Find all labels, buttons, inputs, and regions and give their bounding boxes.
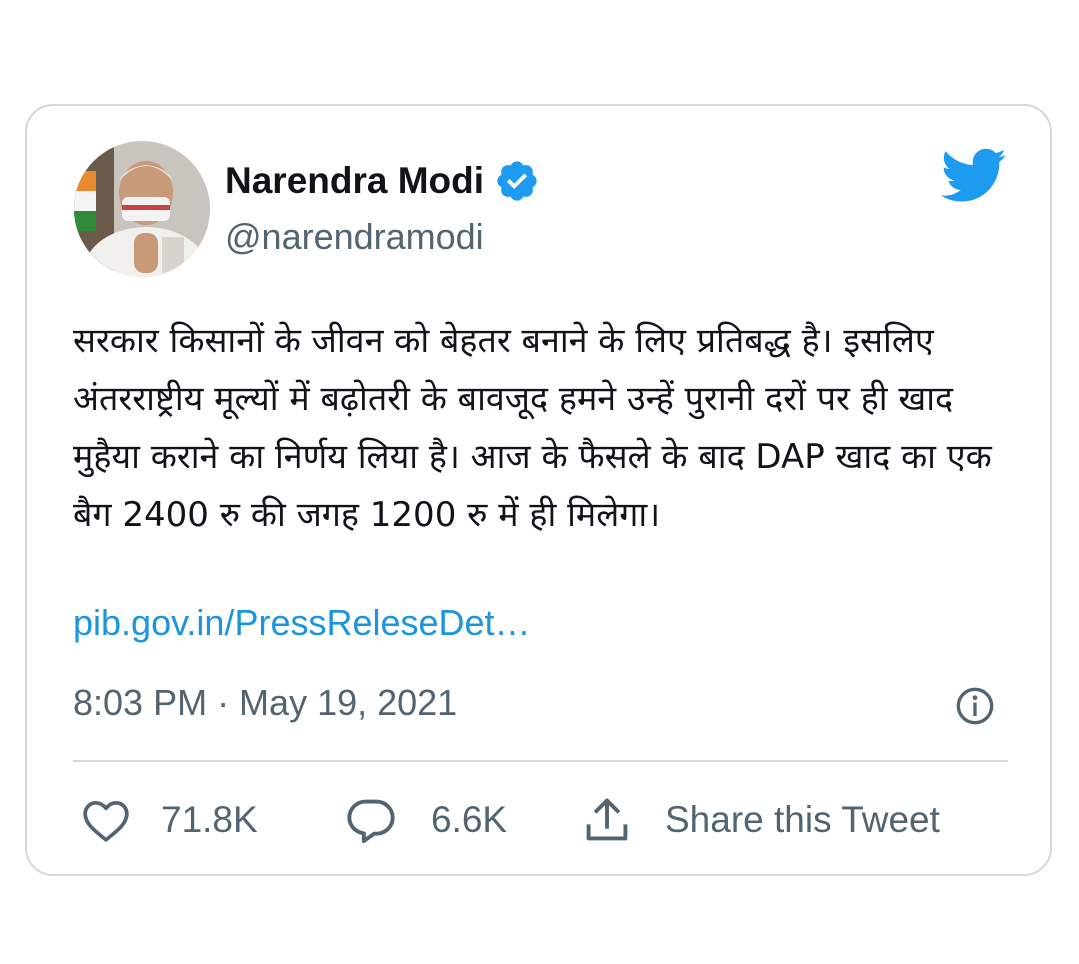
share-button[interactable]: Share this Tweet — [581, 794, 940, 846]
avatar-image — [74, 141, 210, 277]
author-name[interactable]: Narendra Modi — [225, 160, 484, 202]
like-button[interactable]: 71.8K — [81, 794, 258, 846]
tweet-card[interactable]: Narendra Modi @narendramodi सरकार किसानो… — [25, 104, 1052, 876]
heart-icon — [83, 801, 129, 842]
verified-badge-icon — [497, 161, 537, 201]
tweet-timestamp[interactable]: 8:03 PM · May 19, 2021 — [73, 682, 457, 724]
author-handle[interactable]: @narendramodi — [225, 216, 484, 258]
info-icon[interactable] — [955, 686, 995, 726]
like-count: 71.8K — [161, 799, 258, 840]
reply-button[interactable]: 6.6K — [345, 794, 507, 846]
share-label: Share this Tweet — [665, 799, 940, 840]
tweet-link[interactable]: pib.gov.in/PressReleseDet… — [73, 602, 531, 644]
share-icon — [586, 798, 628, 841]
reply-count: 6.6K — [431, 799, 508, 840]
reply-bubble-icon — [347, 799, 395, 843]
tweet-text: सरकार किसानों के जीवन को बेहतर बनाने के … — [73, 321, 992, 535]
avatar[interactable] — [74, 141, 210, 277]
action-bar: 71.8K 6.6K Share this Tweet — [73, 794, 1013, 846]
twitter-bird-icon[interactable] — [941, 148, 1007, 204]
author-row: Narendra Modi — [225, 158, 540, 204]
divider — [73, 760, 1008, 762]
